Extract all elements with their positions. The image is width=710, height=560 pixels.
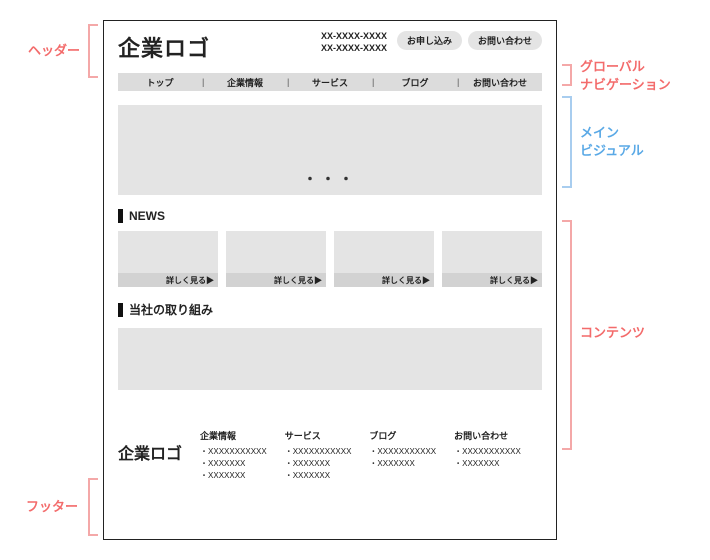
- news-heading: NEWS: [118, 209, 542, 223]
- news-card[interactable]: 詳しく見る▶: [334, 231, 434, 287]
- gnav-item-top[interactable]: トップ: [118, 76, 202, 89]
- annotation-footer: フッター: [26, 498, 78, 516]
- feature-block: [118, 328, 542, 390]
- main-visual: ・・・: [118, 105, 542, 195]
- gnav-item-service[interactable]: サービス: [288, 76, 372, 89]
- bracket-main-visual: [562, 96, 572, 188]
- cta-apply-button[interactable]: お申し込み: [397, 31, 462, 50]
- carousel-dots-icon[interactable]: ・・・: [118, 169, 542, 189]
- annotation-main-visual: メイン ビジュアル: [580, 124, 644, 159]
- gnav-item-contact[interactable]: お問い合わせ: [458, 76, 542, 89]
- news-card-more-link[interactable]: 詳しく見る▶: [226, 273, 326, 287]
- feature-heading: 当社の取り組み: [118, 301, 542, 318]
- heading-bar-icon: [118, 303, 123, 317]
- header-logo: 企業ロゴ: [118, 31, 210, 63]
- footer-link[interactable]: XXXXXXX: [200, 470, 267, 482]
- footer-col-contact: お問い合わせ XXXXXXXXXXX XXXXXXX: [454, 430, 521, 482]
- wire-footer: 企業ロゴ 企業情報 XXXXXXXXXXX XXXXXXX XXXXXXX サー…: [118, 430, 542, 482]
- annotation-gnav: グローバル ナビゲーション: [580, 58, 671, 93]
- news-card-image: [442, 231, 542, 273]
- news-card[interactable]: 詳しく見る▶: [118, 231, 218, 287]
- footer-col-service: サービス XXXXXXXXXXX XXXXXXX XXXXXXX: [285, 430, 352, 482]
- footer-link[interactable]: XXXXXXX: [200, 458, 267, 470]
- header: 企業ロゴ XX-XXXX-XXXX XX-XXXX-XXXX お申し込み お問い…: [118, 31, 542, 63]
- news-card-more-link[interactable]: 詳しく見る▶: [442, 273, 542, 287]
- footer-logo: 企業ロゴ: [118, 430, 182, 464]
- footer-link[interactable]: XXXXXXX: [285, 458, 352, 470]
- footer-link[interactable]: XXXXXXX: [454, 458, 521, 470]
- annotation-mv-line2: ビジュアル: [580, 143, 644, 158]
- footer-col-blog: ブログ XXXXXXXXXXX XXXXXXX: [369, 430, 436, 482]
- footer-col-heading: 企業情報: [200, 430, 267, 444]
- footer-link[interactable]: XXXXXXX: [369, 458, 436, 470]
- gnav-item-blog[interactable]: ブログ: [373, 76, 457, 89]
- news-heading-label: NEWS: [129, 209, 165, 223]
- cta-contact-button[interactable]: お問い合わせ: [468, 31, 542, 50]
- footer-col-heading: ブログ: [369, 430, 436, 444]
- news-card[interactable]: 詳しく見る▶: [442, 231, 542, 287]
- header-phone-2: XX-XXXX-XXXX: [321, 43, 387, 55]
- header-right: XX-XXXX-XXXX XX-XXXX-XXXX お申し込み お問い合わせ: [321, 31, 542, 54]
- annotation-header: ヘッダー: [28, 42, 80, 60]
- header-phone-1: XX-XXXX-XXXX: [321, 31, 387, 43]
- footer-link[interactable]: XXXXXXX: [285, 470, 352, 482]
- footer-col-company: 企業情報 XXXXXXXXXXX XXXXXXX XXXXXXX: [200, 430, 267, 482]
- footer-col-heading: サービス: [285, 430, 352, 444]
- bracket-contents: [562, 220, 572, 450]
- global-nav: トップ | 企業情報 | サービス | ブログ | お問い合わせ: [118, 73, 542, 91]
- annotation-mv-line1: メイン: [580, 125, 619, 140]
- feature-heading-label: 当社の取り組み: [129, 301, 213, 318]
- news-card[interactable]: 詳しく見る▶: [226, 231, 326, 287]
- news-card-more-link[interactable]: 詳しく見る▶: [334, 273, 434, 287]
- bracket-gnav: [562, 64, 572, 86]
- annotation-gnav-line1: グローバル: [580, 59, 645, 74]
- news-card-row: 詳しく見る▶ 詳しく見る▶ 詳しく見る▶ 詳しく見る▶: [118, 231, 542, 287]
- footer-link[interactable]: XXXXXXXXXXX: [369, 446, 436, 458]
- bracket-header: [88, 24, 98, 78]
- annotation-contents: コンテンツ: [580, 324, 645, 342]
- bracket-footer: [88, 478, 98, 536]
- footer-link[interactable]: XXXXXXXXXXX: [285, 446, 352, 458]
- news-card-image: [118, 231, 218, 273]
- news-card-image: [226, 231, 326, 273]
- wireframe-frame: 企業ロゴ XX-XXXX-XXXX XX-XXXX-XXXX お申し込み お問い…: [103, 20, 557, 540]
- footer-link[interactable]: XXXXXXXXXXX: [200, 446, 267, 458]
- footer-link[interactable]: XXXXXXXXXXX: [454, 446, 521, 458]
- header-phone-block: XX-XXXX-XXXX XX-XXXX-XXXX: [321, 31, 387, 54]
- news-card-more-link[interactable]: 詳しく見る▶: [118, 273, 218, 287]
- heading-bar-icon: [118, 209, 123, 223]
- footer-col-heading: お問い合わせ: [454, 430, 521, 444]
- annotation-gnav-line2: ナビゲーション: [580, 77, 671, 92]
- news-card-image: [334, 231, 434, 273]
- gnav-item-company[interactable]: 企業情報: [203, 76, 287, 89]
